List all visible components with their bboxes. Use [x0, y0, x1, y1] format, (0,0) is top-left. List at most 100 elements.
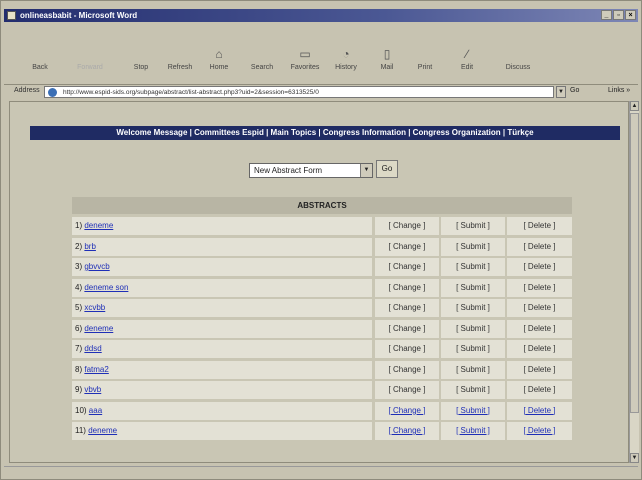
back-button[interactable]: Back [24, 47, 56, 71]
submit-button[interactable]: [ Submit ] [456, 221, 490, 230]
change-cell: [ Change ] [375, 258, 439, 276]
delete-button[interactable]: [ Delete ] [523, 426, 555, 435]
abstract-title-link[interactable]: gbvvcb [84, 262, 109, 271]
submit-button[interactable]: [ Submit ] [456, 262, 490, 271]
change-button[interactable]: [ Change ] [389, 365, 426, 374]
abstract-title-link[interactable]: ddsd [84, 344, 101, 353]
address-dropdown[interactable]: ▼ [556, 86, 566, 98]
print-button[interactable]: Print [410, 47, 440, 71]
change-cell: [ Change ] [375, 319, 439, 338]
submit-button[interactable]: [ Submit ] [456, 406, 490, 415]
abstract-title-link[interactable]: deneme [84, 221, 113, 230]
discuss-button[interactable]: Discuss [498, 47, 538, 71]
change-button[interactable]: [ Change ] [389, 303, 426, 312]
scroll-up-icon[interactable]: ▲ [630, 101, 639, 111]
table-row: 6) deneme [ Change ] [ Submit ] [ Delete ] [72, 319, 572, 338]
address-url: http://www.espid-sids.org/subpage/abstra… [63, 89, 319, 96]
maximize-button[interactable]: ▫ [613, 10, 624, 20]
abstract-cell: 2) brb [72, 237, 372, 256]
favorites-button[interactable]: ▭ Favorites [284, 47, 326, 71]
delete-cell: [ Delete ] [507, 360, 572, 379]
address-bar: Address http://www.espid-sids.org/subpag… [4, 84, 638, 98]
abstract-title-link[interactable]: xcvbb [84, 303, 105, 312]
submit-button[interactable]: [ Submit ] [456, 344, 490, 353]
abstract-number: 10) [75, 405, 87, 415]
submit-button[interactable]: [ Submit ] [456, 242, 490, 251]
home-button[interactable]: ⌂ Home [203, 47, 235, 71]
close-button[interactable]: × [625, 10, 636, 20]
delete-button[interactable]: [ Delete ] [523, 324, 555, 333]
submit-button[interactable]: [ Submit ] [456, 385, 490, 394]
change-button[interactable]: [ Change ] [389, 324, 426, 333]
abstract-number: 7) [75, 344, 83, 353]
submit-cell: [ Submit ] [441, 258, 505, 276]
delete-cell: [ Delete ] [507, 258, 572, 276]
abstract-number: 2) [75, 241, 83, 251]
submit-button[interactable]: [ Submit ] [456, 426, 490, 435]
stop-button[interactable]: Stop [126, 47, 156, 71]
submit-button[interactable]: [ Submit ] [456, 365, 490, 374]
submit-cell: [ Submit ] [441, 299, 505, 317]
abstracts-header: ABSTRACTS [72, 197, 572, 214]
abstract-form-select[interactable]: New Abstract Form ▼ [249, 163, 373, 178]
edit-button[interactable]: ∕ Edit [452, 47, 482, 71]
change-button[interactable]: [ Change ] [389, 262, 426, 271]
vertical-scrollbar[interactable]: ▲ ▼ [629, 101, 639, 463]
submit-button[interactable]: [ Submit ] [456, 283, 490, 292]
abstract-title-link[interactable]: aaa [89, 406, 102, 415]
address-input[interactable]: http://www.espid-sids.org/subpage/abstra… [44, 86, 554, 98]
history-button[interactable]: ◔ History [328, 47, 364, 71]
delete-button[interactable]: [ Delete ] [523, 242, 555, 251]
submit-button[interactable]: [ Submit ] [456, 324, 490, 333]
abstract-title-link[interactable]: deneme son [84, 283, 128, 292]
table-row: 11) deneme [ Change ] [ Submit ] [ Delete ] [72, 422, 572, 440]
abstract-number: 4) [75, 282, 83, 292]
submit-button[interactable]: [ Submit ] [456, 303, 490, 312]
delete-button[interactable]: [ Delete ] [523, 303, 555, 312]
delete-button[interactable]: [ Delete ] [523, 283, 555, 292]
submit-cell: [ Submit ] [441, 360, 505, 379]
mail-icon: ▯ [383, 47, 391, 61]
delete-button[interactable]: [ Delete ] [523, 262, 555, 271]
change-button[interactable]: [ Change ] [389, 406, 426, 415]
page-icon [48, 88, 57, 97]
search-button[interactable]: Search [244, 47, 280, 71]
abstract-cell: 1) deneme [72, 217, 372, 235]
table-row: 2) brb [ Change ] [ Submit ] [ Delete ] [72, 237, 572, 256]
change-button[interactable]: [ Change ] [389, 221, 426, 230]
delete-button[interactable]: [ Delete ] [523, 344, 555, 353]
address-go-button[interactable]: Go [570, 87, 579, 94]
change-button[interactable]: [ Change ] [389, 426, 426, 435]
delete-button[interactable]: [ Delete ] [523, 385, 555, 394]
scroll-down-icon[interactable]: ▼ [630, 453, 639, 463]
change-button[interactable]: [ Change ] [389, 242, 426, 251]
delete-cell: [ Delete ] [507, 401, 572, 420]
table-row: 7) ddsd [ Change ] [ Submit ] [ Delete ] [72, 340, 572, 358]
site-nav[interactable]: Welcome Message | Committees Espid | Mai… [30, 126, 620, 140]
links-button[interactable]: Links » [608, 87, 630, 94]
chevron-down-icon: ▼ [360, 164, 372, 177]
forward-button[interactable]: Forward [70, 47, 110, 71]
delete-button[interactable]: [ Delete ] [523, 365, 555, 374]
form-go-button[interactable]: Go [376, 160, 398, 178]
abstract-title-link[interactable]: brb [84, 242, 96, 251]
delete-button[interactable]: [ Delete ] [523, 406, 555, 415]
stop-icon [126, 47, 156, 61]
abstract-title-link[interactable]: deneme [88, 426, 117, 435]
abstract-title-link[interactable]: vbvb [84, 385, 101, 394]
delete-button[interactable]: [ Delete ] [523, 221, 555, 230]
change-button[interactable]: [ Change ] [389, 385, 426, 394]
change-button[interactable]: [ Change ] [389, 344, 426, 353]
change-button[interactable]: [ Change ] [389, 283, 426, 292]
abstract-title-link[interactable]: fatma2 [84, 365, 108, 374]
mail-button[interactable]: ▯ Mail [372, 47, 402, 71]
table-row: 9) vbvb [ Change ] [ Submit ] [ Delete ] [72, 381, 572, 399]
abstract-title-link[interactable]: deneme [84, 324, 113, 333]
change-cell: [ Change ] [375, 237, 439, 256]
minimize-button[interactable]: _ [601, 10, 612, 20]
scroll-thumb[interactable] [630, 113, 639, 413]
delete-cell: [ Delete ] [507, 422, 572, 440]
refresh-button[interactable]: Refresh [160, 47, 200, 71]
home-icon: ⌂ [215, 47, 223, 61]
window-title: onlineasbabit - Microsoft Word [20, 11, 138, 20]
